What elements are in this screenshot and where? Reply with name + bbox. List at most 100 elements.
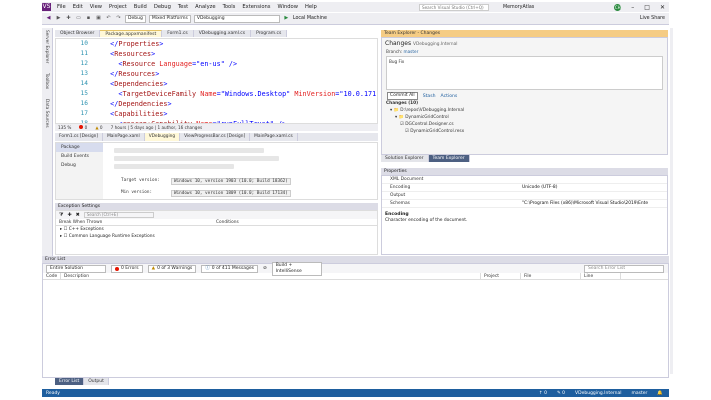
close-icon[interactable]: ✕ xyxy=(660,4,665,11)
exception-row[interactable]: ▸ ☐ C++ Exceptions xyxy=(56,226,377,233)
property-row[interactable]: Output xyxy=(382,192,667,200)
tab-solution-explorer[interactable]: Solution Explorer xyxy=(381,155,429,162)
new-item-icon[interactable]: ✚ xyxy=(65,15,72,22)
clear-filter-icon[interactable]: ⊘ xyxy=(263,266,267,271)
change-item[interactable]: ▾ 📁 DynamicGridControl xyxy=(382,114,667,121)
doc-tab[interactable]: Program.cs xyxy=(251,30,288,37)
commit-message-input[interactable]: Bug Fix xyxy=(386,56,663,90)
menu-item-debug[interactable]: Debug xyxy=(154,4,171,10)
expand-icon[interactable]: ▸ ☐ xyxy=(60,234,69,239)
min-version-dropdown[interactable]: Windows 10, version 1809 (10.0; Build 17… xyxy=(171,190,291,197)
back-icon[interactable]: ◀ xyxy=(45,15,52,22)
property-value[interactable]: Unicode (UTF-8) xyxy=(522,184,667,191)
doc-tab[interactable]: Form1.cs [Design] xyxy=(55,133,104,141)
menu-item-project[interactable]: Project xyxy=(109,4,127,10)
change-item[interactable]: ☑ DynamicGridControl.resx xyxy=(382,128,667,135)
stash-link[interactable]: Stash xyxy=(423,94,436,99)
menu-item-tools[interactable]: Tools xyxy=(223,4,236,10)
code-line[interactable]: <TargetDeviceFamily Name="Windows.Deskto… xyxy=(102,89,376,99)
search-box[interactable]: Search Visual Studio (Ctrl+Q) xyxy=(418,3,489,11)
menu-item-build[interactable]: Build xyxy=(134,4,147,10)
left-tab-server-explorer[interactable]: Server Explorer xyxy=(44,30,49,63)
changes-group-header[interactable]: Changes (10) xyxy=(382,100,667,107)
manifest-nav-item[interactable]: Package xyxy=(56,143,103,152)
menu-item-edit[interactable]: Edit xyxy=(73,4,83,10)
commit-all-button[interactable]: Commit All xyxy=(387,92,418,100)
manifest-nav-item[interactable]: Debug xyxy=(56,161,103,170)
messages-filter-button[interactable]: ⓘ 0 of 411 Messages xyxy=(201,264,258,273)
doc-tab[interactable]: MainPage.xaml.cs xyxy=(250,133,298,141)
code-line[interactable]: <Resource Language="en-us" /> xyxy=(102,59,376,69)
doc-tab[interactable]: MainPage.xaml xyxy=(103,133,145,141)
menu-item-window[interactable]: Window xyxy=(278,4,298,10)
pending-changes[interactable]: ✎ 0 xyxy=(557,391,565,396)
change-item[interactable]: ☑ DGControl.Designer.cs xyxy=(382,121,667,128)
filter-icon[interactable]: ⧩ xyxy=(59,212,63,218)
left-tab-toolbox[interactable]: Toolbox xyxy=(44,73,49,89)
code-editor[interactable]: 10 11 12 13 14 15 16 17 18 </Properties> <Resour… xyxy=(55,38,378,124)
live-share-button[interactable]: Live Share xyxy=(640,16,665,21)
start-icon[interactable]: ▶ xyxy=(283,15,290,22)
target-version-dropdown[interactable]: Windows 10, version 1903 (10.0; Build 18… xyxy=(171,178,291,185)
doc-tab[interactable]: VDebugging.xaml.cs xyxy=(193,30,252,37)
branch-name[interactable]: master xyxy=(632,391,648,396)
error-column-code[interactable]: Code xyxy=(43,273,61,279)
properties-object-dropdown[interactable]: XML Document xyxy=(382,176,667,184)
menu-item-extensions[interactable]: Extensions xyxy=(242,4,270,10)
menu-item-help[interactable]: Help xyxy=(305,4,317,10)
menu-item-file[interactable]: File xyxy=(57,4,66,10)
minimize-icon[interactable]: – xyxy=(631,4,634,11)
notification-icon[interactable]: 🔔 xyxy=(657,391,663,396)
open-icon[interactable]: ▭ xyxy=(75,15,82,22)
warning-count[interactable]: ▲ 0 xyxy=(95,125,102,130)
change-item[interactable]: ▾ 📁 D:\repos\VDebugging.Internal xyxy=(382,107,667,114)
remove-icon[interactable]: ✖ xyxy=(76,212,80,218)
code-line[interactable]: </Dependencies> xyxy=(102,99,376,109)
property-value[interactable] xyxy=(522,192,667,199)
add-icon[interactable]: ✚ xyxy=(67,212,71,218)
unpushed-commits[interactable]: ↑ 0 xyxy=(539,391,547,396)
platform-dropdown[interactable]: Mixed Platforms xyxy=(148,14,191,23)
manifest-nav-item[interactable]: Build Events xyxy=(56,152,103,161)
warnings-filter-button[interactable]: ▲ 0 of 3 Warnings xyxy=(147,264,197,273)
doc-tab[interactable]: Package.appxmanifest xyxy=(100,30,163,37)
doc-tab[interactable]: VDebugging xyxy=(144,133,181,141)
startup-project-dropdown[interactable]: VDebugging xyxy=(193,14,280,23)
left-tab-data-sources[interactable]: Data Sources xyxy=(44,99,49,128)
code-content[interactable]: </Properties> <Resources> <Resource Lang… xyxy=(102,39,376,123)
menu-item-test[interactable]: Test xyxy=(178,4,188,10)
exception-search-input[interactable]: Search (Ctrl+E) xyxy=(83,212,154,218)
avatar[interactable]: CH xyxy=(614,3,622,11)
property-row[interactable]: Encoding Unicode (UTF-8) xyxy=(382,184,667,192)
col-break-when-thrown[interactable]: Break When Thrown xyxy=(56,219,216,225)
save-all-icon[interactable]: ▣ xyxy=(95,15,102,22)
zoom-level[interactable]: 135 % xyxy=(58,125,71,130)
actions-link[interactable]: Actions xyxy=(441,94,458,99)
run-target-button[interactable]: Local Machine xyxy=(293,16,327,21)
doc-tab[interactable]: Object Browser xyxy=(55,30,101,37)
code-line[interactable]: </Resources> xyxy=(102,69,376,79)
menu-item-view[interactable]: View xyxy=(90,4,102,10)
configuration-dropdown[interactable]: Debug xyxy=(125,14,146,23)
error-column-project[interactable]: Project xyxy=(481,273,521,279)
error-column-file[interactable]: File xyxy=(521,273,581,279)
redo-icon[interactable]: ↷ xyxy=(115,15,122,22)
property-row[interactable]: Schemas "C:\Program Files (x86)\Microsoft… xyxy=(382,200,667,208)
undo-icon[interactable]: ↶ xyxy=(105,15,112,22)
col-conditions[interactable]: Conditions xyxy=(216,219,239,225)
tab-output[interactable]: Output xyxy=(84,378,109,385)
error-column-line[interactable]: Line xyxy=(581,273,621,279)
tab-error-list[interactable]: Error List xyxy=(55,378,85,385)
code-line[interactable]: <Resources> xyxy=(102,49,376,59)
error-search-input[interactable]: Search Error List xyxy=(584,264,664,273)
error-column-description[interactable]: Description xyxy=(61,273,481,279)
doc-tab[interactable]: ViewProgressBar.cs [Design] xyxy=(180,133,251,141)
doc-tab[interactable]: Form1.cs xyxy=(162,30,194,37)
code-line[interactable]: </Properties> xyxy=(102,39,376,49)
property-value[interactable]: "C:\Program Files (x86)\Microsoft Visual… xyxy=(522,200,667,207)
tab-team-explorer[interactable]: Team Explorer xyxy=(428,155,470,162)
forward-icon[interactable]: ▶ xyxy=(55,15,62,22)
exception-row[interactable]: ▸ ☐ Common Language Runtime Exceptions xyxy=(56,233,377,240)
code-line[interactable]: <Dependencies> xyxy=(102,79,376,89)
code-line[interactable]: <Capabilities> xyxy=(102,109,376,119)
